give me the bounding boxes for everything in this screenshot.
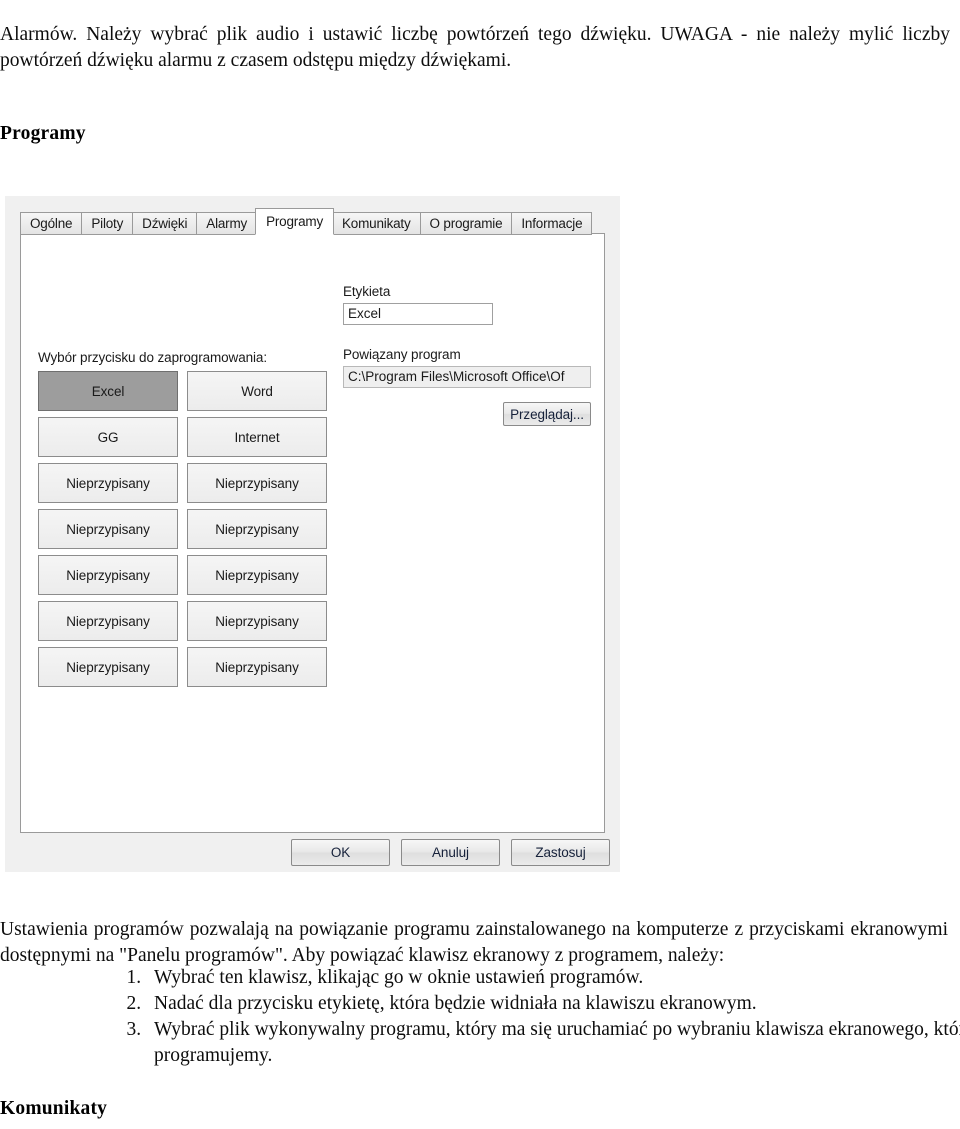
program-button-excel[interactable]: Excel [38, 371, 178, 411]
tab-dzwieki[interactable]: Dźwięki [132, 212, 198, 235]
tab-piloty[interactable]: Piloty [81, 212, 134, 235]
program-button-unassigned-2[interactable]: Nieprzypisany [187, 463, 327, 503]
tab-ogolne[interactable]: Ogólne [20, 212, 83, 235]
steps-list: Wybrać ten klawisz, klikając go w oknie … [108, 965, 960, 1069]
tab-strip: Ogólne Piloty Dźwięki Alarmy Programy Ko… [20, 208, 593, 235]
program-button-grid: Excel Word GG Internet Nieprzypisany Nie… [38, 371, 328, 687]
program-button-unassigned-8[interactable]: Nieprzypisany [187, 601, 327, 641]
label-field-input[interactable]: Excel [343, 303, 493, 325]
list-item: Wybrać ten klawisz, klikając go w oknie … [146, 965, 960, 991]
browse-button[interactable]: Przeglądaj... [503, 402, 591, 426]
list-item: Nadać dla przycisku etykietę, która będz… [146, 991, 960, 1017]
program-button-unassigned-7[interactable]: Nieprzypisany [38, 601, 178, 641]
program-button-unassigned-9[interactable]: Nieprzypisany [38, 647, 178, 687]
program-button-internet[interactable]: Internet [187, 417, 327, 457]
tab-o-programie[interactable]: O programie [419, 212, 513, 235]
field-spacer [343, 325, 593, 347]
tab-programy[interactable]: Programy [255, 208, 334, 235]
program-button-unassigned-1[interactable]: Nieprzypisany [38, 463, 178, 503]
label-field-caption: Etykieta [343, 284, 391, 299]
tab-alarmy[interactable]: Alarmy [196, 212, 258, 235]
browse-button-row: Przeglądaj... [343, 402, 591, 426]
program-button-unassigned-6[interactable]: Nieprzypisany [187, 555, 327, 595]
apply-button[interactable]: Zastosuj [511, 839, 610, 866]
program-button-unassigned-10[interactable]: Nieprzypisany [187, 647, 327, 687]
program-button-gg[interactable]: GG [38, 417, 178, 457]
intro-paragraph: Alarmów. Należy wybrać plik audio i usta… [0, 23, 950, 71]
cancel-button[interactable]: Anuluj [401, 839, 500, 866]
program-path-input[interactable]: C:\Program Files\Microsoft Office\Of [343, 366, 591, 388]
program-button-unassigned-5[interactable]: Nieprzypisany [38, 555, 178, 595]
tab-panel-programy: Wybór przycisku do zaprogramowania: Exce… [20, 233, 605, 833]
program-button-word[interactable]: Word [187, 371, 327, 411]
section-heading-programy: Programy [0, 123, 86, 144]
list-item: Wybrać plik wykonywalny programu, który … [146, 1017, 960, 1069]
program-details-panel: Etykieta Excel Powiązany program C:\Prog… [343, 284, 593, 426]
program-button-unassigned-4[interactable]: Nieprzypisany [187, 509, 327, 549]
program-button-unassigned-3[interactable]: Nieprzypisany [38, 509, 178, 549]
program-buttons-label: Wybór przycisku do zaprogramowania: [38, 350, 267, 365]
tab-informacje[interactable]: Informacje [511, 212, 593, 235]
ok-button[interactable]: OK [291, 839, 390, 866]
dialog-footer-buttons: OK Anuluj Zastosuj [291, 839, 610, 866]
tab-komunikaty[interactable]: Komunikaty [332, 212, 421, 235]
program-path-caption: Powiązany program [343, 347, 461, 362]
settings-dialog: Ogólne Piloty Dźwięki Alarmy Programy Ko… [5, 196, 620, 872]
section-heading-komunikaty: Komunikaty [0, 1098, 108, 1119]
description-paragraph: Ustawienia programów pozwalają na powiąz… [0, 918, 948, 966]
